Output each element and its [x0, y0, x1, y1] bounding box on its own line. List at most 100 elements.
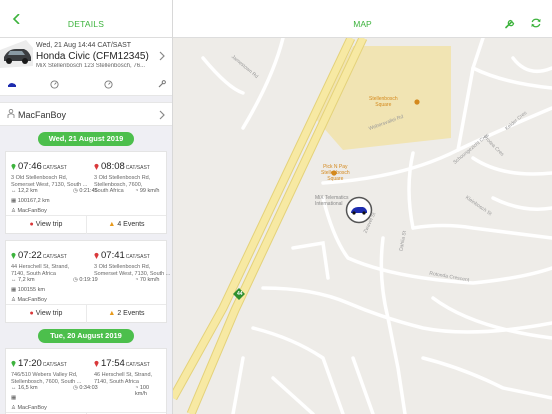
warning-icon: ▲ — [108, 310, 116, 317]
odometer-value: 100155 km — [17, 287, 45, 293]
distance-value: 12,2 km — [18, 188, 38, 194]
person-icon: ♙ — [11, 405, 16, 411]
events-button[interactable]: ▲ 4 Events — [86, 216, 166, 234]
trip-end: 07:41CAT/SAST 3 Old Stellenbosch Rd, Some… — [94, 245, 172, 277]
route-shield-label: 44 — [237, 291, 243, 297]
trip-driver-row: ♙ MacFanBoy — [11, 208, 47, 214]
wrench-icon[interactable] — [504, 17, 516, 29]
speed-value: 99 km/h — [139, 188, 160, 194]
warning-icon: ▲ — [108, 221, 116, 228]
odometer-value: 100167,2 km — [17, 198, 50, 204]
details-panel: DETAILS Wed, 21 Aug 14:44 CAT/SAST Honda… — [0, 0, 173, 414]
refresh-icon[interactable] — [530, 17, 542, 29]
trip-driver: MacFanBoy — [17, 297, 47, 303]
odometer-row: ▦ 100155 km — [11, 287, 45, 293]
distance-icon: ↔ — [11, 188, 17, 194]
map-panel: MAP Jamestown Rd Webersvallei Rd Schoong… — [173, 0, 552, 414]
map-nav-bar: MAP — [173, 0, 552, 38]
chevron-right-icon — [159, 110, 165, 120]
timezone: CAT/SAST — [125, 165, 150, 171]
start-pin-icon — [11, 245, 18, 262]
vehicle-photo — [0, 40, 33, 68]
end-pin-icon — [94, 245, 101, 262]
map-title: MAP — [353, 19, 372, 29]
trip-stats: ↔ 7,2 km ◷ 0:19:19 ◔ 70 km/h — [11, 277, 161, 286]
clock-icon: ◷ — [73, 385, 78, 391]
duration-value: 0:19:19 — [79, 277, 98, 283]
trip-driver-row: ♙ MacFanBoy — [11, 297, 47, 303]
trip-list: Wed, 21 August 2019 07:46CAT/SAST 3 Old … — [0, 132, 172, 414]
map-view[interactable]: Jamestown Rd Webersvallei Rd Schoongezic… — [173, 38, 552, 414]
trip-card[interactable]: 07:22CAT/SAST 44 Herschell St, Strand, 71… — [5, 240, 170, 323]
end-address: 3 Old Stellenbosch Rd, Somerset West, 713… — [94, 264, 172, 277]
trip-actions: ● View trip ▲ 2 Events — [6, 304, 166, 323]
trip-start: 07:22CAT/SAST 44 Herschell St, Strand, 71… — [11, 245, 91, 277]
trip-card[interactable]: 17:20CAT/SAST 746/510 Webers Valley Rd, S… — [5, 348, 167, 414]
distance-stat: ↔ 12,2 km — [11, 188, 38, 194]
timezone: CAT/SAST — [42, 362, 67, 368]
speedometer-icon — [104, 80, 113, 89]
wrench-icon — [158, 80, 166, 88]
events-button[interactable]: ▲ 2 Events — [86, 305, 166, 323]
person-icon: ♙ — [11, 208, 16, 214]
duration-stat: ◷ 0:34:03 — [73, 385, 98, 391]
trip-driver: MacFanBoy — [17, 208, 47, 214]
speedometer-icon: ◔ — [135, 188, 139, 194]
view-trip-label: View trip — [35, 310, 63, 317]
speedometer-icon — [50, 80, 59, 89]
duration-stat: ◷ 0:19:19 — [73, 277, 98, 283]
car-icon — [8, 83, 16, 87]
driver-name: MacFanBoy — [18, 110, 67, 120]
trip-stats: ↔ 12,2 km ◷ 0:21:45 ◔ 99 km/h — [11, 188, 161, 197]
shopping-poi-icon — [414, 99, 420, 105]
distance-stat: ↔ 7,2 km — [11, 277, 35, 283]
odometer-icon: ▦ — [11, 287, 17, 293]
speed-stat: ◔ 70 km/h — [135, 277, 159, 283]
poi-stellenbosch-square: Stellenbosch Square — [369, 96, 398, 108]
start-time: 07:22 — [18, 250, 42, 261]
vehicle-status-icons — [0, 80, 172, 92]
map-canvas — [173, 38, 552, 414]
trip-end: 17:54CAT/SAST 46 Herschell St, Strand, 71… — [94, 353, 172, 385]
odometer-row: ▦ — [11, 395, 16, 401]
trip-actions: ● View trip ▲ 4 Events — [6, 215, 166, 234]
duration-value: 0:21:45 — [79, 188, 98, 194]
view-trip-button[interactable]: ● View trip — [6, 305, 86, 323]
trip-card[interactable]: 07:46CAT/SAST 3 Old Stellenbosch Rd, Some… — [5, 151, 167, 234]
speed-stat: ◔ 100 km/h — [135, 385, 161, 397]
chevron-right-icon — [159, 51, 165, 61]
start-pin-icon — [11, 353, 18, 370]
distance-value: 7,2 km — [18, 277, 35, 283]
shopping-poi-icon — [331, 170, 337, 176]
details-title: DETAILS — [67, 19, 105, 29]
end-time: 17:54 — [101, 358, 125, 369]
duration-value: 0:34:03 — [79, 385, 98, 391]
timezone: CAT/SAST — [125, 254, 150, 260]
trip-start: 07:46CAT/SAST 3 Old Stellenbosch Rd, Some… — [11, 156, 91, 188]
view-trip-label: View trip — [35, 221, 63, 228]
distance-icon: ↔ — [11, 277, 17, 283]
trip-driver: MacFanBoy — [17, 405, 47, 411]
driver-row[interactable]: MacFanBoy — [0, 102, 172, 126]
view-trip-button[interactable]: ● View trip — [6, 216, 86, 234]
odometer-row: ▦ 100167,2 km — [11, 198, 50, 204]
trip-stats: ↔ 16,5 km ◷ 0:34:03 ◔ 100 km/h — [11, 385, 161, 397]
details-nav-bar: DETAILS — [0, 0, 172, 38]
timezone: CAT/SAST — [125, 362, 150, 368]
speed-stat: ◔ 99 km/h — [135, 188, 159, 194]
end-time: 07:41 — [101, 250, 125, 261]
odometer-icon: ▦ — [11, 395, 17, 401]
timezone: CAT/SAST — [42, 254, 67, 260]
speedometer-icon: ◔ — [135, 277, 139, 283]
start-time: 07:46 — [18, 161, 42, 172]
trip-driver-row: ♙ MacFanBoy — [11, 405, 47, 411]
person-icon: ♙ — [11, 297, 16, 303]
vehicle-marker-icon[interactable] — [345, 196, 373, 224]
end-pin-icon — [94, 156, 101, 173]
distance-icon: ↔ — [11, 385, 17, 391]
poi-mix-telematics: MiX Telematics International — [315, 195, 349, 207]
distance-value: 16,5 km — [18, 385, 38, 391]
end-pin-icon — [94, 353, 101, 370]
vehicle-summary[interactable]: Wed, 21 Aug 14:44 CAT/SAST Honda Civic (… — [0, 38, 172, 96]
date-header: Wed, 21 August 2019 — [38, 132, 134, 146]
